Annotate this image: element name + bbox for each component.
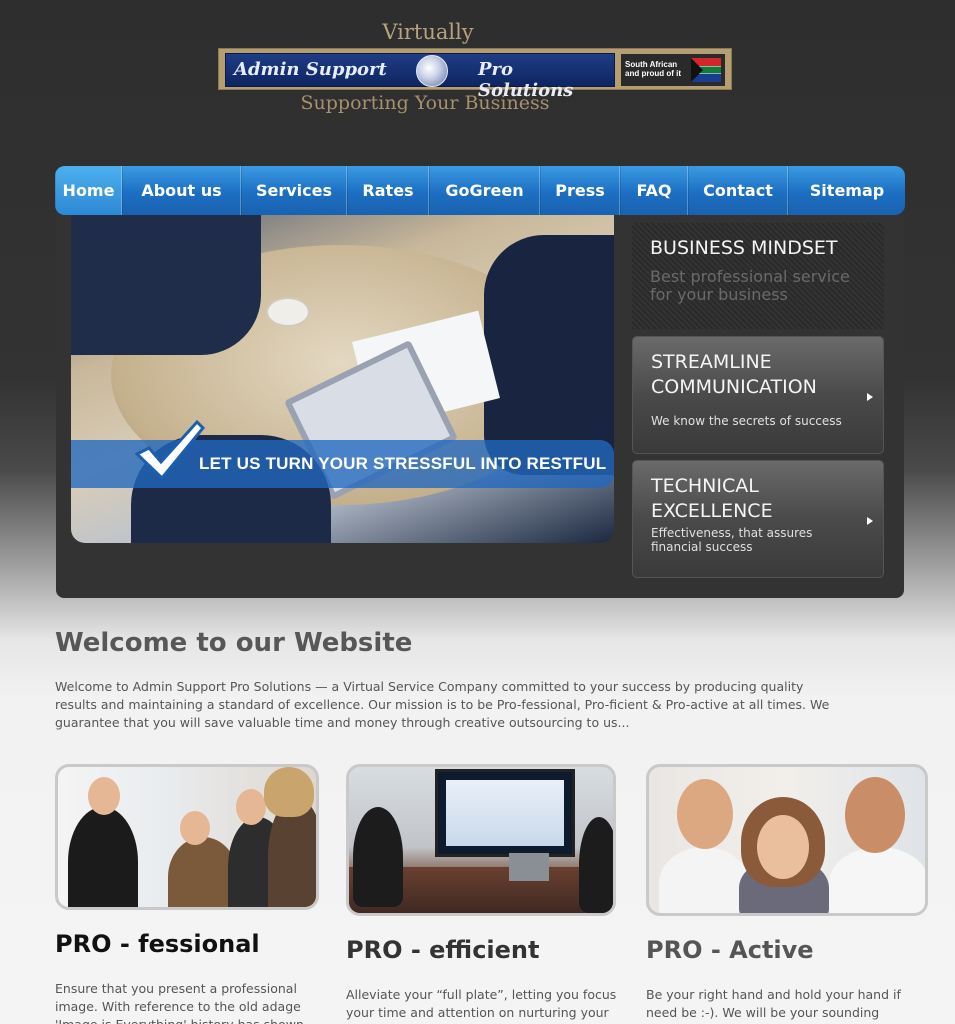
south-african-badge: South African and proud of it bbox=[621, 54, 725, 86]
hero-box-subtitle: Effectiveness, that assures financial su… bbox=[651, 526, 813, 554]
image-person-head bbox=[677, 779, 733, 849]
nav-item-press[interactable]: Press bbox=[540, 166, 620, 215]
image-person-head bbox=[236, 789, 266, 825]
feature-column-efficient: PRO - efficient Alleviate your “full pla… bbox=[346, 764, 616, 1020]
image-person bbox=[353, 807, 403, 907]
site-logo[interactable]: Virtually Admin Support Pro Solutions So… bbox=[218, 18, 732, 122]
image-person bbox=[659, 847, 749, 913]
image-screen bbox=[435, 769, 575, 857]
feature-image-professional[interactable] bbox=[55, 764, 319, 910]
hero-box-subtitle: Best professional service for your busin… bbox=[650, 267, 850, 304]
nav-item-about-us[interactable]: About us bbox=[122, 166, 241, 215]
hero-image-cup bbox=[266, 297, 310, 327]
feature-text-active: Be your right hand and hold your hand if… bbox=[646, 987, 901, 1020]
south-african-badge-text: South African and proud of it bbox=[625, 60, 681, 78]
nav-item-rates[interactable]: Rates bbox=[347, 166, 429, 215]
logo-virtually-text: Virtually bbox=[382, 20, 474, 44]
hero-image-person bbox=[484, 235, 614, 475]
image-person bbox=[68, 807, 138, 907]
feature-title-active: PRO - Active bbox=[646, 936, 814, 964]
feature-title-efficient: PRO - efficient bbox=[346, 936, 540, 964]
arrow-right-icon bbox=[867, 517, 873, 525]
feature-title-professional: PRO - fessional bbox=[55, 930, 260, 958]
hero-box-streamline-communication[interactable]: STREAMLINE COMMUNICATION We know the sec… bbox=[632, 336, 884, 454]
feature-column-active: PRO - Active Be your right hand and hold… bbox=[646, 764, 928, 1020]
image-screen-chart bbox=[446, 780, 564, 846]
hero-panel: LET US TURN YOUR STRESSFUL INTO RESTFUL … bbox=[56, 215, 904, 598]
image-person-head bbox=[757, 815, 809, 879]
hero-image-person bbox=[71, 215, 261, 355]
image-person bbox=[579, 817, 613, 913]
nav-item-gogreen[interactable]: GoGreen bbox=[429, 166, 540, 215]
hero-box-subtitle: We know the secrets of success bbox=[651, 414, 842, 428]
image-laptop bbox=[509, 853, 549, 881]
feature-image-efficient[interactable] bbox=[346, 764, 616, 916]
welcome-text: Welcome to Admin Support Pro Solutions —… bbox=[55, 679, 830, 730]
feature-text-professional: Ensure that you present a professional i… bbox=[55, 981, 304, 1024]
globe-icon bbox=[416, 55, 448, 87]
hero-box-technical-excellence[interactable]: TECHNICAL EXCELLENCE Effectiveness, that… bbox=[632, 460, 884, 578]
hero-box-title: BUSINESS MINDSET bbox=[650, 237, 838, 259]
logo-blue-plate: Admin Support Pro Solutions bbox=[225, 53, 615, 101]
checkmark-icon bbox=[135, 418, 205, 481]
image-person bbox=[829, 847, 925, 913]
nav-item-sitemap[interactable]: Sitemap bbox=[788, 166, 905, 215]
nav-item-faq[interactable]: FAQ bbox=[620, 166, 688, 215]
nav-item-home[interactable]: Home bbox=[55, 166, 122, 215]
feature-column-professional: PRO - fessional Ensure that you present … bbox=[55, 764, 319, 1024]
hero-banner: LET US TURN YOUR STRESSFUL INTO RESTFUL bbox=[71, 419, 614, 488]
arrow-right-icon bbox=[867, 393, 873, 401]
welcome-title: Welcome to our Website bbox=[55, 628, 413, 658]
logo-admin-support-text: Admin Support bbox=[234, 59, 387, 80]
image-person-hair bbox=[264, 767, 314, 817]
logo-tagline: Supporting Your Business bbox=[300, 92, 550, 114]
image-person-head bbox=[845, 777, 905, 853]
hero-box-title: TECHNICAL EXCELLENCE bbox=[651, 475, 773, 522]
hero-image: LET US TURN YOUR STRESSFUL INTO RESTFUL bbox=[71, 215, 614, 543]
image-person-head bbox=[180, 811, 210, 845]
main-nav: Home About us Services Rates GoGreen Pre… bbox=[55, 166, 905, 215]
hero-banner-text: LET US TURN YOUR STRESSFUL INTO RESTFUL bbox=[199, 454, 607, 473]
south-african-flag-icon bbox=[691, 58, 721, 82]
image-person-head bbox=[88, 777, 120, 815]
feature-image-active[interactable] bbox=[646, 764, 928, 916]
hero-box-title: STREAMLINE COMMUNICATION bbox=[651, 351, 817, 398]
nav-item-contact[interactable]: Contact bbox=[688, 166, 788, 215]
nav-item-services[interactable]: Services bbox=[241, 166, 347, 215]
hero-box-business-mindset[interactable]: BUSINESS MINDSET Best professional servi… bbox=[632, 223, 884, 329]
feature-text-efficient: Alleviate your “full plate”, letting you… bbox=[346, 987, 617, 1020]
logo-bar: Admin Support Pro Solutions South Africa… bbox=[218, 48, 732, 101]
